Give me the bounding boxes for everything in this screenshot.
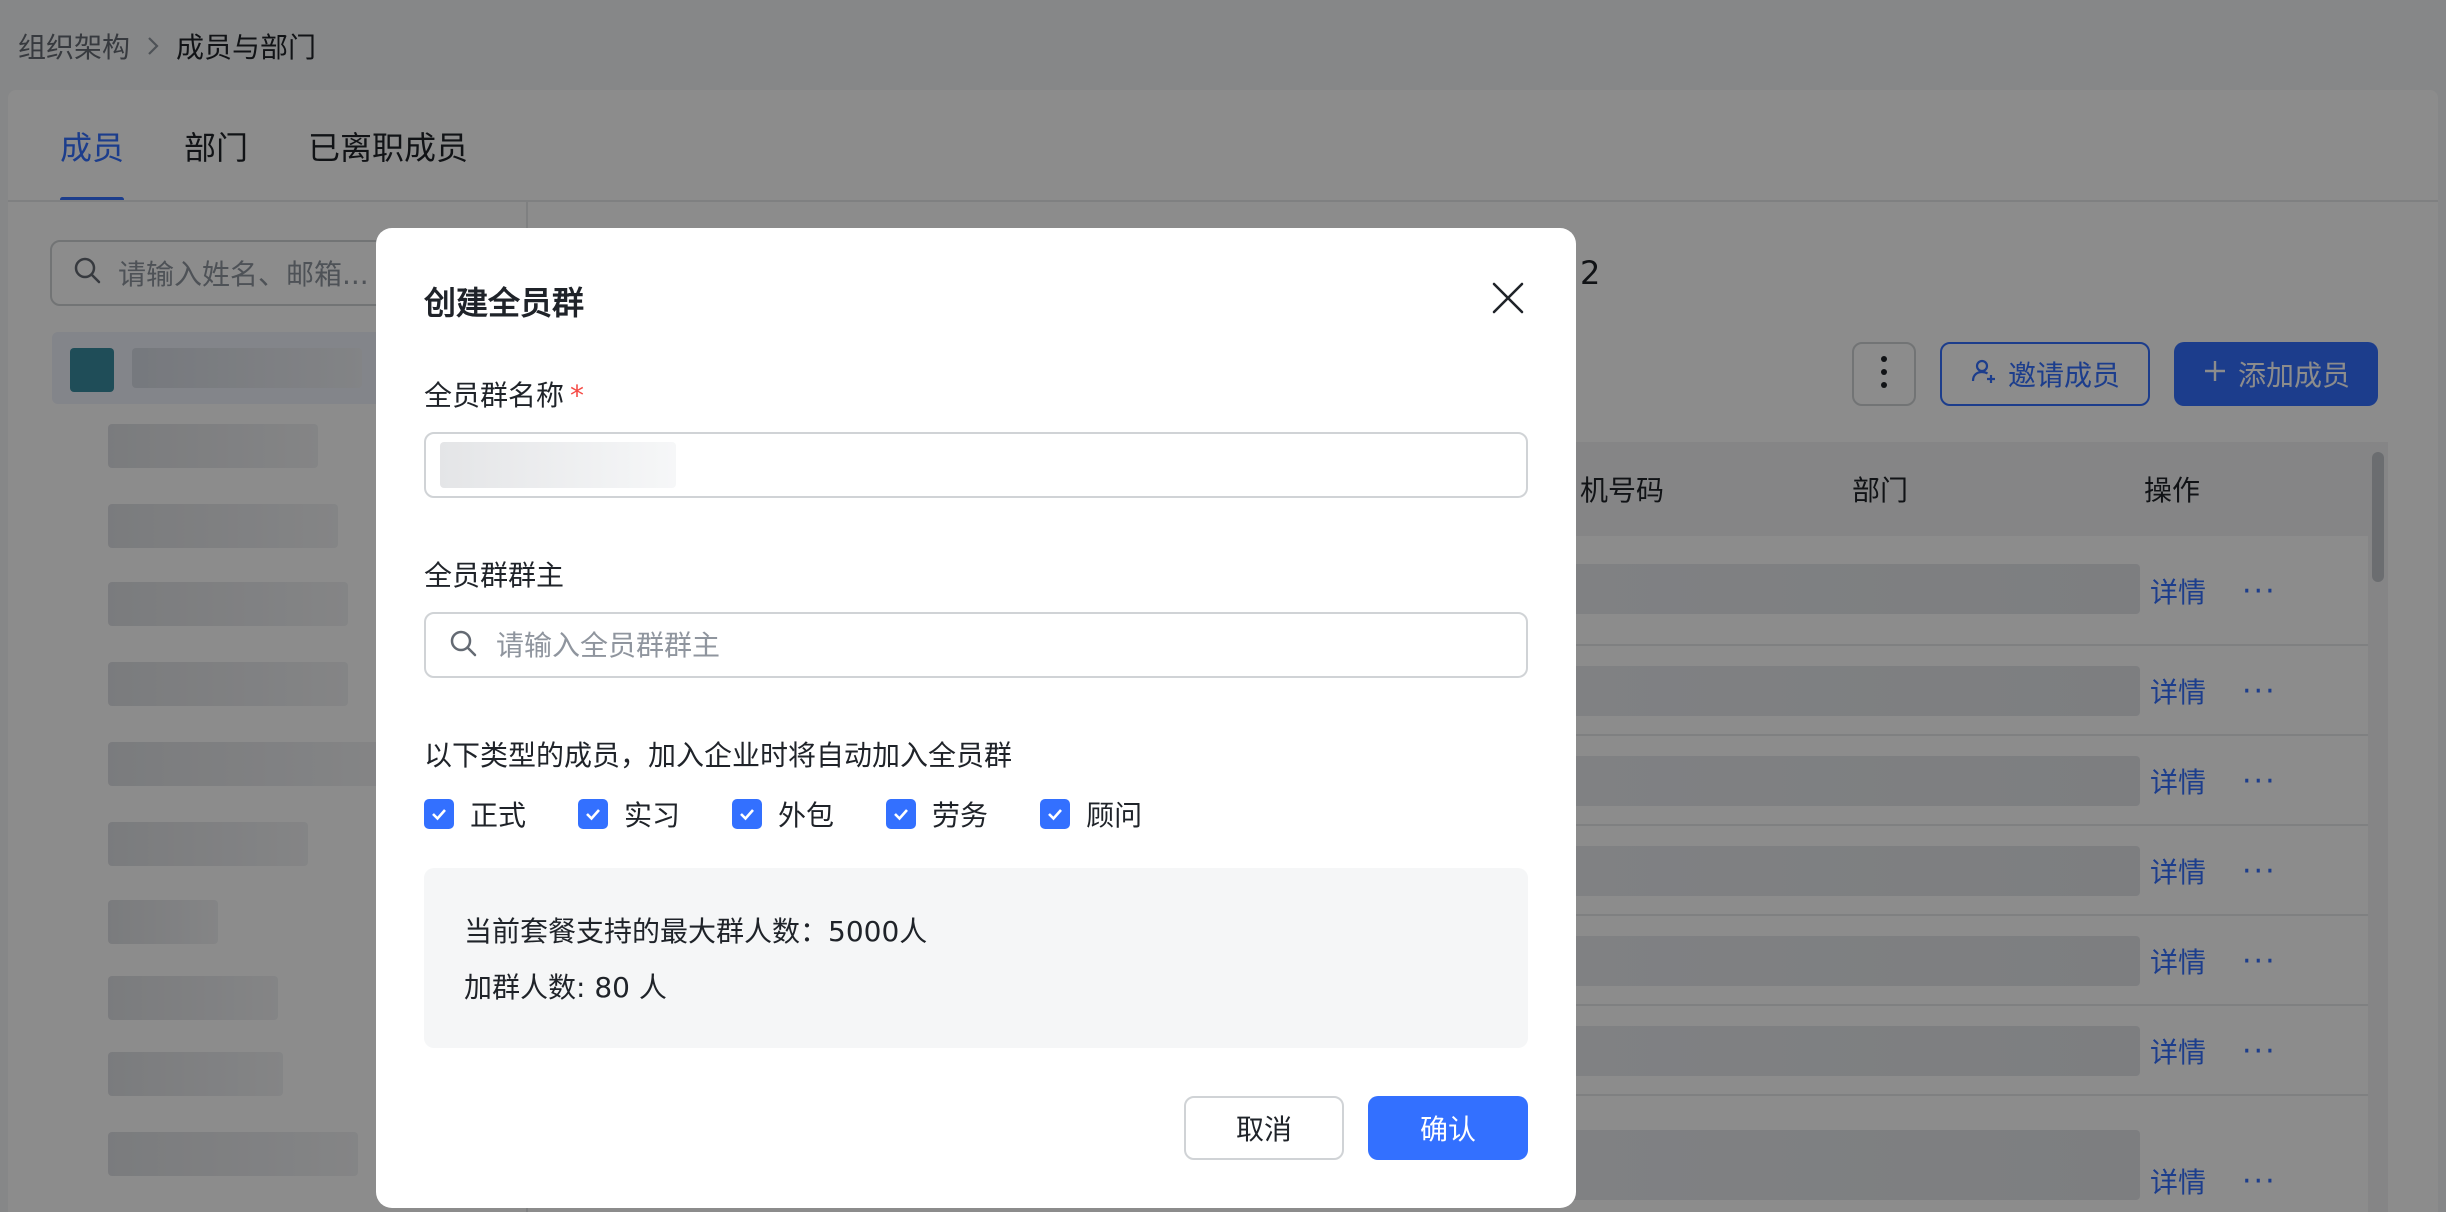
group-owner-label: 全员群群主 [424,559,565,592]
checkbox-label: 劳务 [932,799,989,832]
group-name-label-text: 全员群名称 [424,379,565,412]
cancel-button[interactable]: 取消 [1184,1096,1344,1160]
group-owner-input[interactable] [496,628,1396,662]
close-icon [1490,280,1526,320]
auto-join-hint: 以下类型的成员，加入企业时将自动加入全员群 [424,739,1013,772]
plan-info-box: 当前套餐支持的最大群人数：5000人 加群人数: 80 人 [424,868,1528,1048]
member-type-checkboxes: 正式 实习 外包 劳务 顾问 [424,794,1142,834]
checkbox-regular[interactable]: 正式 [424,794,526,834]
dialog-title: 创建全员群 [424,284,585,322]
checkbox-label: 顾问 [1086,799,1143,832]
checkbox-intern[interactable]: 实习 [578,794,680,834]
checkbox-labor[interactable]: 劳务 [886,794,988,834]
group-name-input[interactable] [424,432,1528,498]
group-name-value-redacted [440,442,676,488]
checkbox-consultant[interactable]: 顾问 [1040,794,1142,834]
checkbox-outsourced[interactable]: 外包 [732,794,834,834]
group-owner-field[interactable] [424,612,1528,678]
page: 组织架构 成员与部门 成员 部门 已离职成员 请输入姓名、邮箱... 2 邀请成… [0,0,2446,1212]
search-icon [448,628,478,662]
checkbox-label: 外包 [778,799,835,832]
checkbox-checked-icon[interactable] [732,799,763,829]
create-all-staff-group-dialog: 创建全员群 全员群名称* 全员群群主 以下类型的成员，加入企业时将自动加入全员群… [376,228,1576,1208]
checkbox-label: 正式 [470,799,527,832]
required-mark: * [570,379,585,412]
confirm-button[interactable]: 确认 [1368,1096,1528,1160]
checkbox-checked-icon[interactable] [578,799,609,829]
max-group-size-text: 当前套餐支持的最大群人数：5000人 [464,915,928,948]
checkbox-checked-icon[interactable] [886,799,917,829]
close-button[interactable] [1488,280,1528,320]
group-name-label: 全员群名称 * [424,374,584,414]
checkbox-checked-icon[interactable] [424,799,454,829]
group-member-count-text: 加群人数: 80 人 [464,971,667,1004]
checkbox-label: 实习 [624,799,681,832]
checkbox-checked-icon[interactable] [1040,799,1071,829]
